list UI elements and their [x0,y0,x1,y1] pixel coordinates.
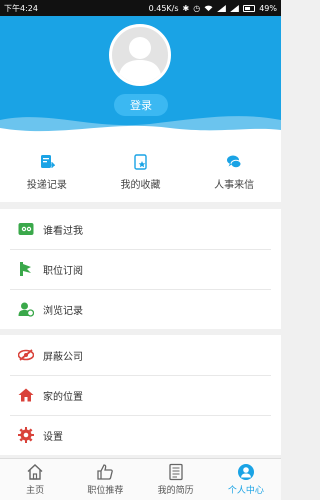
thumbs-up-icon [97,464,114,480]
menu-item-who-viewed-me[interactable]: 谁看过我 [0,209,281,249]
battery-icon [243,4,256,12]
menu-group-activity: 谁看过我 职位订阅 浏览记录 [0,209,281,329]
menu-item-browse-history[interactable]: 浏览记录 [0,289,281,329]
menu-item-settings[interactable]: 设置 [0,415,281,455]
menu-item-label: 设置 [43,431,63,443]
quick-action-applications[interactable]: 投递记录 [0,142,94,202]
avatar[interactable] [109,24,171,86]
viewed-me-icon [18,221,34,237]
signal-icon-2 [230,4,240,12]
menu-item-label: 谁看过我 [43,225,83,237]
resume-icon [168,463,183,481]
menu-item-job-subscription[interactable]: 职位订阅 [0,249,281,289]
bottom-tab-bar: 主页 职位推荐 我的简历 个人中心 [0,458,281,500]
menu-item-label: 屏蔽公司 [43,351,83,363]
wave-decoration [0,116,281,142]
quick-action-hr-messages[interactable]: 人事来信 [187,142,281,202]
quick-action-label: 投递记录 [26,179,67,191]
resume-send-icon [40,154,55,168]
menu-item-label: 职位订阅 [43,265,83,277]
subscription-icon [18,261,34,277]
favorite-icon [133,153,147,170]
menu-group-settings: 屏蔽公司 家的位置 设置 [0,335,281,455]
menu-item-label: 家的位置 [43,391,83,403]
alarm-icon: ◷ [193,3,201,13]
profile-header: 登录 [0,16,281,142]
bluetooth-icon: ✱ [182,3,190,13]
status-bar: 下午4:24 0.45K/s ✱ ◷ 49% [0,0,281,16]
menu-item-label: 浏览记录 [43,305,83,317]
tab-my-resume[interactable]: 我的简历 [141,459,211,500]
chat-icon [227,155,242,168]
home-icon [18,387,34,403]
tab-job-recommendations[interactable]: 职位推荐 [70,459,140,500]
tab-label: 职位推荐 [87,486,124,496]
tab-label: 个人中心 [227,486,264,496]
network-speed: 0.45K/s [148,3,179,13]
person-icon [237,464,254,480]
default-avatar-icon [118,37,162,83]
quick-action-label: 人事来信 [214,179,255,191]
tab-home[interactable]: 主页 [0,459,70,500]
quick-action-label: 我的收藏 [120,179,161,191]
home-tab-icon [27,464,43,480]
tab-personal-center[interactable]: 个人中心 [211,459,281,500]
status-time: 下午4:24 [4,3,38,13]
tab-label: 主页 [26,486,45,496]
wifi-icon [204,5,213,11]
quick-action-favorites[interactable]: 我的收藏 [94,142,188,202]
quick-actions: 投递记录 我的收藏 人事来信 [0,142,281,202]
block-icon [18,347,34,363]
menu-item-block-company[interactable]: 屏蔽公司 [0,335,281,375]
gear-icon [18,427,34,443]
browse-history-icon [18,301,34,317]
menu-item-home-location[interactable]: 家的位置 [0,375,281,415]
signal-icon [217,4,227,12]
battery-level: 49% [259,3,277,13]
tab-label: 我的简历 [157,486,194,496]
